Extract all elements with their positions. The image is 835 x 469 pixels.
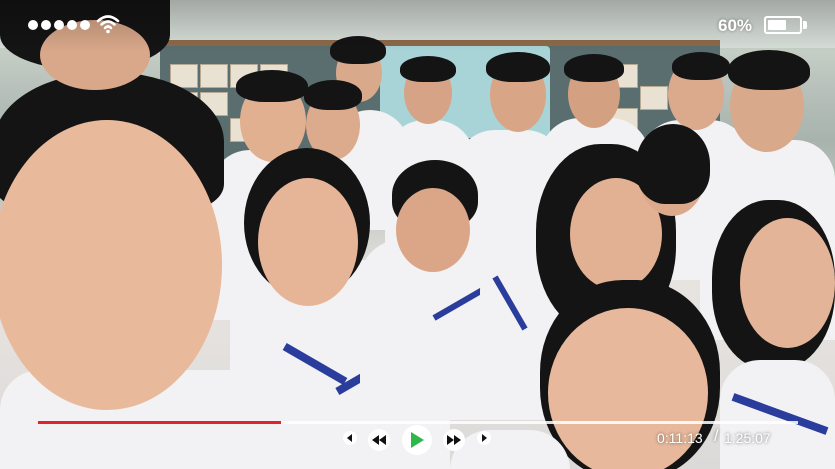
played-progress xyxy=(38,421,282,424)
video-frame[interactable] xyxy=(0,0,835,469)
total-duration: 1:25:07 xyxy=(724,430,771,446)
cellular-signal-icon xyxy=(28,20,90,30)
signal-dot xyxy=(80,20,90,30)
time-separator: / xyxy=(714,428,719,445)
playback-controls xyxy=(340,425,500,461)
rewind-icon[interactable] xyxy=(368,429,390,451)
elapsed-time: 0:11:13 xyxy=(657,430,703,446)
signal-dot xyxy=(41,20,51,30)
fast-forward-icon[interactable] xyxy=(443,429,465,451)
signal-dot xyxy=(54,20,64,30)
battery-percentage: 60% xyxy=(718,16,753,35)
battery-icon xyxy=(764,16,802,34)
signal-dot xyxy=(28,20,38,30)
next-frame-icon[interactable] xyxy=(477,431,491,445)
video-player-screen: 60% 0:11:13 / 1:25:07 xyxy=(0,0,835,469)
wifi-icon xyxy=(96,15,120,34)
play-icon[interactable] xyxy=(402,425,432,455)
previous-frame-icon[interactable] xyxy=(343,431,357,445)
battery-tip xyxy=(803,21,807,29)
signal-dot xyxy=(67,20,77,30)
status-bar: 60% xyxy=(0,0,835,52)
playback-progress-bar[interactable] xyxy=(38,421,798,424)
battery-level-fill xyxy=(768,20,786,30)
